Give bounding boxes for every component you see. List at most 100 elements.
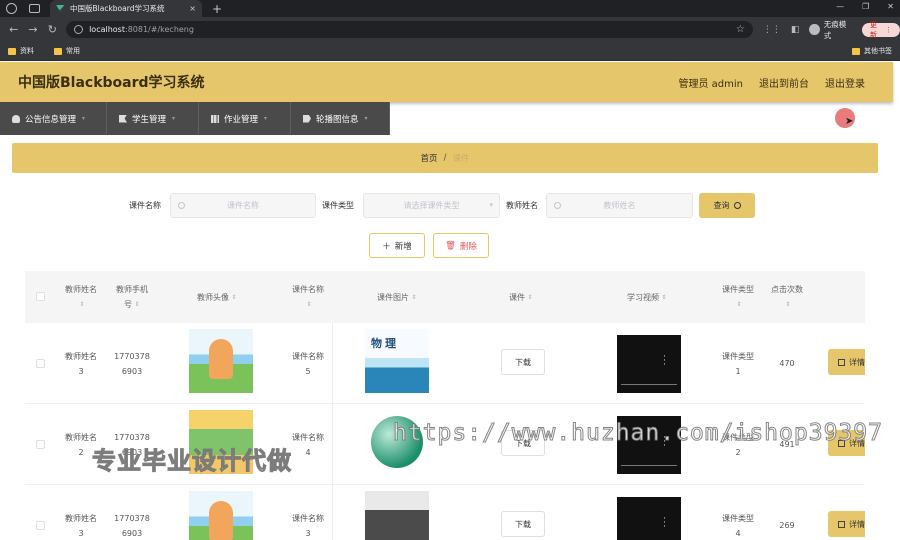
close-window-icon[interactable]: ✕ (887, 2, 894, 11)
incognito-label: 无痕模式 (823, 19, 847, 40)
col-courseware-name[interactable]: 课件名称 ⇕ (281, 271, 335, 323)
globe-icon[interactable] (6, 3, 17, 14)
folder-icon (8, 47, 16, 55)
menu-label: 作业管理 (224, 114, 259, 125)
sort-icon[interactable]: ⇕ (231, 290, 237, 305)
search-icon (554, 202, 561, 209)
row-checkbox[interactable] (36, 521, 45, 530)
teacher-name-input[interactable]: 教师姓名 (546, 193, 693, 218)
col-courseware-type[interactable]: 课件类型 ⇕ (711, 271, 765, 323)
row-checkbox[interactable] (36, 359, 45, 368)
select-all-checkbox[interactable] (36, 292, 45, 301)
more-options-icon[interactable]: · · · (663, 515, 666, 532)
bookmark-star-icon[interactable]: ☆ (736, 24, 745, 35)
tab-icon[interactable] (29, 4, 40, 13)
menu-item-homework[interactable]: 作业管理 ▾ (199, 102, 291, 135)
detail-button[interactable]: 详情 (828, 349, 865, 375)
sort-icon[interactable]: ⇕ (79, 297, 85, 312)
col-video[interactable]: 学习视频 ⇕ (615, 271, 679, 323)
add-button[interactable]: ＋新增 (369, 233, 425, 258)
sort-icon[interactable]: ⇕ (661, 290, 667, 305)
back-icon[interactable]: ← (8, 23, 19, 36)
sort-icon[interactable]: ⇕ (736, 297, 742, 312)
courseware-type-select[interactable]: 请选择课件类型 ▾ (363, 193, 500, 218)
to-front-link[interactable]: 退出到前台 (759, 75, 809, 90)
url-host: localhost (89, 25, 125, 34)
update-button[interactable]: 更新 ⋮ (862, 21, 900, 39)
delete-button[interactable]: 🗑 删除 (433, 233, 489, 258)
download-button[interactable]: 下载 (501, 349, 545, 375)
bookmark-label: 常用 (66, 47, 80, 55)
video-progress-bar[interactable] (621, 383, 677, 385)
col-teacher-name[interactable]: 教师姓名 ⇕ (55, 271, 107, 323)
reload-icon[interactable]: ↻ (47, 23, 58, 36)
sort-icon[interactable]: ⇕ (306, 297, 312, 312)
vue-logo-icon (56, 4, 65, 13)
other-bookmarks[interactable]: 其他书签 (852, 46, 892, 56)
document-icon (838, 358, 845, 366)
teacher-name-placeholder: 教师姓名 (603, 201, 636, 210)
detail-label: 详情 (849, 519, 865, 529)
teacher-avatar-image[interactable] (189, 491, 253, 540)
teacher-name-label: 教师姓名 (506, 201, 538, 210)
search-icon (733, 202, 741, 209)
tab-title: 中国版Blackboard学习系统 (70, 4, 165, 13)
courseware-type-cell: 课件类型 4 (711, 485, 765, 540)
cell-text: 269 (779, 521, 795, 530)
col-avatar[interactable]: 教师头像 ⇕ (185, 271, 249, 323)
menu-item-announcements[interactable]: 公告信息管理 ▾ (0, 102, 107, 135)
col-courseware[interactable]: 课件 ⇕ (499, 271, 543, 323)
browser-tab[interactable]: 中国版Blackboard学习系统 × (50, 0, 202, 17)
teacher-avatar-image[interactable] (189, 329, 253, 393)
detail-button[interactable]: 详情 (828, 511, 865, 537)
courseware-image[interactable] (365, 491, 429, 540)
logout-link[interactable]: 退出登录 (825, 75, 865, 90)
header-label: 课件 (509, 292, 525, 302)
breadcrumb-home[interactable]: 首页 (421, 152, 438, 164)
tab-close-icon[interactable]: × (189, 4, 196, 13)
bookmark-folder-2[interactable]: 常用 (54, 46, 80, 56)
maximize-icon[interactable]: ❐ (862, 2, 869, 11)
bookmarks-bar: 资料 常用 其他书签 (0, 42, 900, 61)
courseware-name-input[interactable]: 课件名称 (170, 193, 316, 218)
video-player[interactable]: · · · (617, 497, 681, 540)
video-player[interactable]: · · · (617, 335, 681, 393)
menu-item-carousel[interactable]: 轮播图信息 ▾ (291, 102, 390, 135)
cell-text: 6903 (121, 366, 143, 376)
more-options-icon[interactable]: · · · (663, 353, 666, 370)
header-label: 点击次数 (771, 285, 803, 294)
cell-text: 6903 (121, 528, 143, 538)
courseware-type-placeholder: 请选择课件类型 (403, 201, 460, 210)
sort-icon[interactable]: ⇕ (785, 297, 791, 312)
browser-tab-bar: 中国版Blackboard学习系统 × + — ❐ ✕ (0, 0, 900, 17)
teacher-name-cell: 教师姓名 3 (55, 323, 107, 404)
address-bar-row: ← → ↻ localhost:8081/#/kecheng ☆ ⋮⋮ ◧ 无痕… (0, 17, 900, 42)
col-clicks[interactable]: 点击次数 ⇕ (765, 271, 809, 323)
mouse-cursor-icon: ➤ (845, 116, 854, 127)
sort-icon[interactable]: ⇕ (411, 290, 417, 305)
incognito-indicator[interactable]: 无痕模式 (809, 19, 852, 41)
action-buttons: ＋新增 🗑 删除 (0, 233, 900, 258)
plus-icon: ＋ (382, 241, 391, 252)
admin-label: 管理员 admin (678, 78, 743, 90)
cell-text: 4 (735, 528, 741, 538)
extensions-icon[interactable]: ⋮⋮ (763, 25, 781, 35)
url-field[interactable]: localhost:8081/#/kecheng ☆ (66, 21, 753, 38)
col-courseware-image[interactable]: 课件图片 ⇕ (365, 271, 429, 323)
site-info-icon[interactable] (74, 25, 84, 34)
sort-icon[interactable]: ⇕ (134, 297, 140, 312)
sort-icon[interactable]: ⇕ (527, 290, 533, 305)
bookmark-folder-1[interactable]: 资料 (8, 46, 34, 56)
menu-item-students[interactable]: 学生管理 ▾ (107, 102, 199, 135)
forward-icon[interactable]: → (27, 23, 38, 36)
query-button[interactable]: 查询 (699, 193, 755, 218)
col-teacher-phone[interactable]: 教师手机号 ⇕ (107, 271, 157, 323)
minimize-icon[interactable]: — (836, 2, 844, 11)
row-checkbox[interactable] (36, 440, 45, 449)
video-progress-bar[interactable] (621, 464, 677, 466)
new-tab-icon[interactable]: + (212, 2, 222, 16)
sidepanel-icon[interactable]: ◧ (791, 25, 800, 35)
cell-text: 1 (735, 366, 741, 376)
courseware-image[interactable]: 物理 (365, 329, 429, 393)
download-button[interactable]: 下载 (501, 511, 545, 537)
